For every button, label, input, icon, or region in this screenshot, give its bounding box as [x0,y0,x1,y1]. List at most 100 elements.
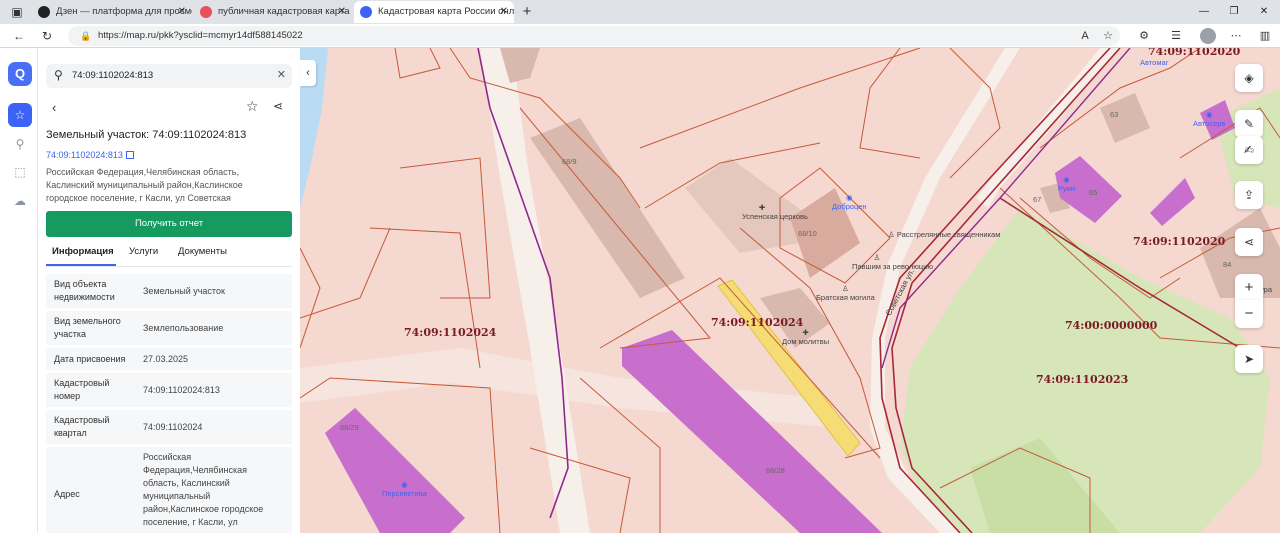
collapse-panel-button[interactable]: ‹ [300,60,316,86]
upload-icon[interactable]: ⇪ [1235,181,1263,209]
get-report-button[interactable]: Получить отчет [46,211,292,237]
minimize-icon[interactable]: — [1194,2,1214,22]
map-favicon-icon [360,6,372,18]
browser-tab-map[interactable]: Кадастровая карта России онла ✕ [354,1,514,23]
new-tab-button[interactable]: + [518,2,536,22]
tab-services[interactable]: Услуги [129,246,158,257]
zoom-out-button[interactable]: − [1235,300,1263,328]
table-row: Вид объекта недвижимости Земельный участ… [46,274,292,308]
cloud-icon[interactable]: ☁ [8,189,32,213]
select-area-icon[interactable]: ⬚ [8,160,32,184]
browser-tab-bar: ▣ Дзен — платформа для просмо ✕ публична… [0,0,1280,24]
ruler-icon[interactable]: ✎ [1235,110,1263,138]
info-panel: ⚲ 74:09:1102024:813 ✕ ‹ ☆ ⋖ Земельный уч… [38,48,300,533]
building-number: 84 [1223,260,1232,269]
row-label: Кадастровый квартал [54,415,110,438]
search-input[interactable]: ⚲ 74:09:1102024:813 ✕ [46,64,292,88]
favorite-star-icon[interactable]: ☆ [1100,28,1116,44]
zoom-in-button[interactable]: + [1235,274,1263,302]
parcel-magenta-small[interactable] [1150,178,1195,226]
table-row: Дата присвоения 27.03.2025 [46,348,292,370]
shop-icon: ◉ [401,480,408,489]
building-number: 68/10 [798,229,817,238]
sidebar-toggle-icon[interactable]: ▥ [1257,28,1273,44]
favorites-list-icon[interactable]: ☰ [1168,28,1184,44]
row-value: Землепользование [143,323,224,333]
poi-church[interactable]: ✚ Успенская церковь [742,203,808,221]
row-value: 27.03.2025 [143,354,189,364]
building-63 [1100,93,1150,143]
bookmark-star-icon[interactable]: ☆ [246,98,259,115]
back-chevron-icon[interactable]: ‹ [52,100,56,115]
browser-tab-pkk-search[interactable]: публичная кадастровая карта — ✕ [194,1,352,23]
search-icon: ⚲ [54,68,63,82]
yandex-favicon-icon [200,6,212,18]
map-canvas [300,48,1280,533]
back-arrow-icon[interactable]: ← [10,27,28,45]
edit-icon[interactable]: ✍ [1235,136,1263,164]
cadastral-map[interactable]: 74:09:1102020 74:09:1102024 74:09:110202… [300,48,1280,533]
browser-tab-dzen[interactable]: Дзен — платформа для просмо ✕ [32,1,192,23]
extensions-icon[interactable]: ⚙ [1136,28,1152,44]
more-menu-icon[interactable]: ⋯ [1228,28,1244,44]
tab-actions-icon[interactable]: ▣ [8,3,26,21]
shop-icon: ◉ [1205,110,1213,119]
parcel-address: Российская Федерация,Челябинская область… [46,167,243,203]
favorites-star-icon[interactable]: ☆ [8,103,32,127]
table-row: Кадастровый номер 74:09:1102024:813 [46,373,292,407]
poi-grave[interactable]: ♙ Братская могила [816,284,875,302]
shop-icon: ◉ [845,193,853,202]
building-number: 67 [1033,195,1042,204]
read-aloud-icon[interactable]: A [1077,28,1093,44]
monument-icon: ♙ [842,284,849,293]
tabs-divider [46,266,292,267]
building-number: 68/28 [766,466,785,475]
locate-me-icon[interactable]: ➤ [1235,345,1263,373]
close-window-icon[interactable]: ✕ [1254,2,1274,22]
quarter-label: 74:09:1102020 [1133,235,1226,248]
tab-documents[interactable]: Документы [178,246,227,257]
row-value: Российская Федерация,Челябинская область… [143,452,264,527]
poi-ruins[interactable]: ◉ Руин [1058,175,1075,193]
poi-perspektiva[interactable]: ◉ Перспектива [382,480,427,498]
poi-prayer-house[interactable]: ✚ Дом молитвы [782,328,829,346]
monument-icon: ♙ [873,253,881,262]
reload-icon[interactable]: ↻ [38,27,56,45]
cadastral-number-link[interactable]: 74:09:1102024:813 [46,150,134,160]
share-icon[interactable]: ⋖ [273,99,283,113]
poi-autoshop[interactable]: Автомаг [1140,58,1168,67]
row-value: 74:09:1102024:813 [143,385,220,395]
restore-icon[interactable]: ❐ [1224,2,1244,22]
close-tab-icon[interactable]: ✕ [338,1,346,23]
poi-autoservice[interactable]: ◉ Автосерв [1193,110,1225,128]
close-tab-icon[interactable]: ✕ [178,1,186,23]
lock-icon: 🔒 [80,31,92,41]
quarter-label: 74:09:1102024 [404,326,497,339]
poi-dobrocen[interactable]: ◉ Доброцен [832,193,867,211]
map-share-icon[interactable]: ⋖ [1235,228,1263,256]
row-value: Земельный участок [143,286,225,296]
row-label: Адрес [54,489,80,499]
table-row: Адрес Российская Федерация,Челябинская о… [46,447,292,533]
url-field[interactable]: 🔒 https://map.ru/pkk?ysclid=mcmyr14df588… [68,26,1120,46]
quarter-label: 74:00:0000000 [1065,319,1158,332]
poi-victims-memorial[interactable]: ♙ Расстрелянные священникам [888,230,1000,239]
clear-search-icon[interactable]: ✕ [277,68,286,81]
church-icon: ✚ [758,203,766,212]
building-number: 63 [1110,110,1119,119]
quarter-label: 74:09:1102020 [1148,48,1241,58]
tab-info[interactable]: Информация [52,246,114,257]
table-row: Кадастровый квартал 74:09:1102024 [46,410,292,444]
row-label: Вид объекта недвижимости [54,279,115,302]
panel-tabs: Информация Услуги Документы [46,244,292,266]
pin-tool-icon[interactable]: ⚲ [8,132,32,156]
poi-revolution-memorial[interactable]: ♙ Павшим за революцию [852,253,933,271]
close-tab-icon[interactable]: ✕ [500,1,508,23]
layers-icon[interactable]: ◈ [1235,64,1263,92]
row-label: Дата присвоения [54,354,126,364]
copy-icon[interactable] [125,151,134,159]
app-logo[interactable]: Q [8,62,32,86]
monument-icon: ♙ [888,230,895,239]
profile-avatar[interactable] [1200,28,1216,44]
info-table: Вид объекта недвижимости Земельный участ… [46,274,292,533]
